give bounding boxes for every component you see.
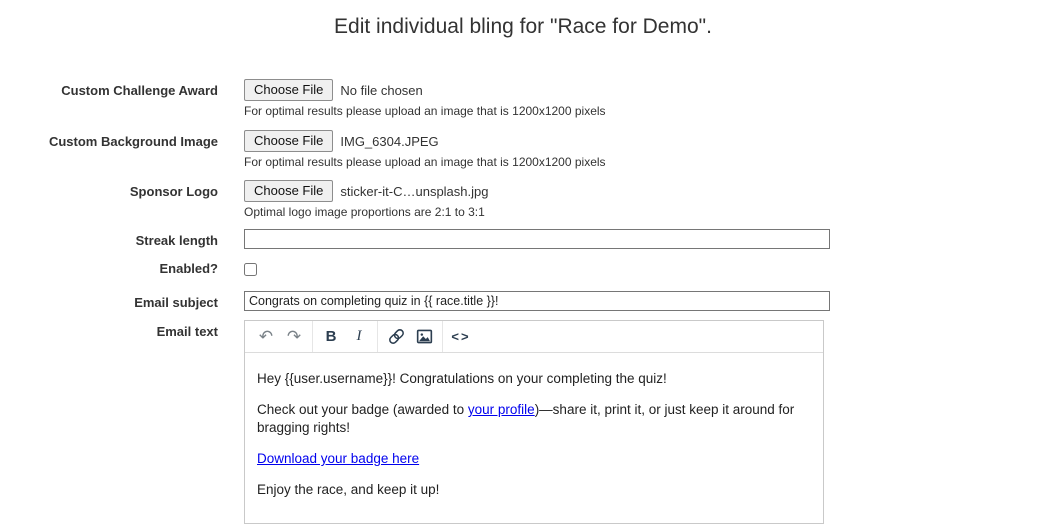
form-row-sponsor-logo: Sponsor Logo Choose File sticker-it-C…un… [0,180,1046,219]
email-subject-input[interactable] [244,291,830,311]
email-paragraph-greeting: Hey {{user.username}}! Congratulations o… [257,371,667,386]
form-row-streak-length: Streak length [0,229,1046,249]
link-icon[interactable] [382,322,410,352]
sponsor-logo-file-name: sticker-it-C…unsplash.jpg [340,183,489,199]
sponsor-logo-help-text: Optimal logo image proportions are 2:1 t… [244,205,485,219]
redo-icon[interactable]: ↷ [280,322,308,352]
email-text-content[interactable]: Hey {{user.username}}! Congratulations o… [245,353,823,523]
background-image-choose-file-button[interactable]: Choose File [244,130,334,152]
background-image-help-text: For optimal results please upload an ima… [244,155,606,169]
background-image-file-name: IMG_6304.JPEG [340,133,439,149]
challenge-award-help-text: For optimal results please upload an ima… [244,104,606,118]
form-row-email-subject: Email subject [0,291,1046,311]
challenge-award-file-name: No file chosen [340,82,423,98]
italic-icon[interactable]: I [345,322,373,352]
email-paragraph-badge: Check out your badge (awarded to your pr… [257,401,811,437]
enabled-label: Enabled? [159,261,218,276]
email-paragraph-closing: Enjoy the race, and keep it up! [257,482,440,497]
editor-toolbar: ↶ ↷ B I <> [245,321,823,353]
your-profile-link[interactable]: your profile [468,402,535,417]
custom-background-image-label: Custom Background Image [48,134,218,149]
image-icon[interactable] [410,322,438,352]
sponsor-logo-choose-file-button[interactable]: Choose File [244,180,334,202]
custom-challenge-award-label: Custom Challenge Award [61,83,218,98]
code-icon[interactable]: <> [447,322,475,352]
streak-length-input[interactable] [244,229,830,249]
streak-length-label: Streak length [135,233,218,248]
email-paragraph-download: Download your badge here [257,450,811,468]
sponsor-logo-label: Sponsor Logo [129,184,218,199]
toolbar-group-code: <> [442,321,479,352]
email-text-label: Email text [156,324,218,339]
page-title: Edit individual bling for "Race for Demo… [334,15,712,38]
form-row-email-text: Email text ↶ ↷ B I <> Hey {{user.usernam… [0,320,1046,524]
challenge-award-choose-file-button[interactable]: Choose File [244,79,334,101]
badge-text-before: Check out your badge (awarded to [257,402,468,417]
email-text-editor: ↶ ↷ B I <> Hey {{user.username}}! Congra… [244,320,824,524]
form-row-custom-background-image: Custom Background Image Choose File IMG_… [0,130,1046,169]
enabled-checkbox[interactable] [244,263,257,276]
form-row-custom-challenge-award: Custom Challenge Award Choose File No fi… [0,79,1046,118]
toolbar-group-format: B I [312,321,377,352]
undo-icon[interactable]: ↶ [252,322,280,352]
toolbar-group-history: ↶ ↷ [248,321,312,352]
bling-form: Custom Challenge Award Choose File No fi… [0,79,1046,524]
form-row-enabled: Enabled? [0,261,1046,281]
bold-icon[interactable]: B [317,322,345,352]
email-subject-label: Email subject [134,295,218,310]
toolbar-group-insert [377,321,442,352]
download-badge-link[interactable]: Download your badge here [257,451,419,466]
